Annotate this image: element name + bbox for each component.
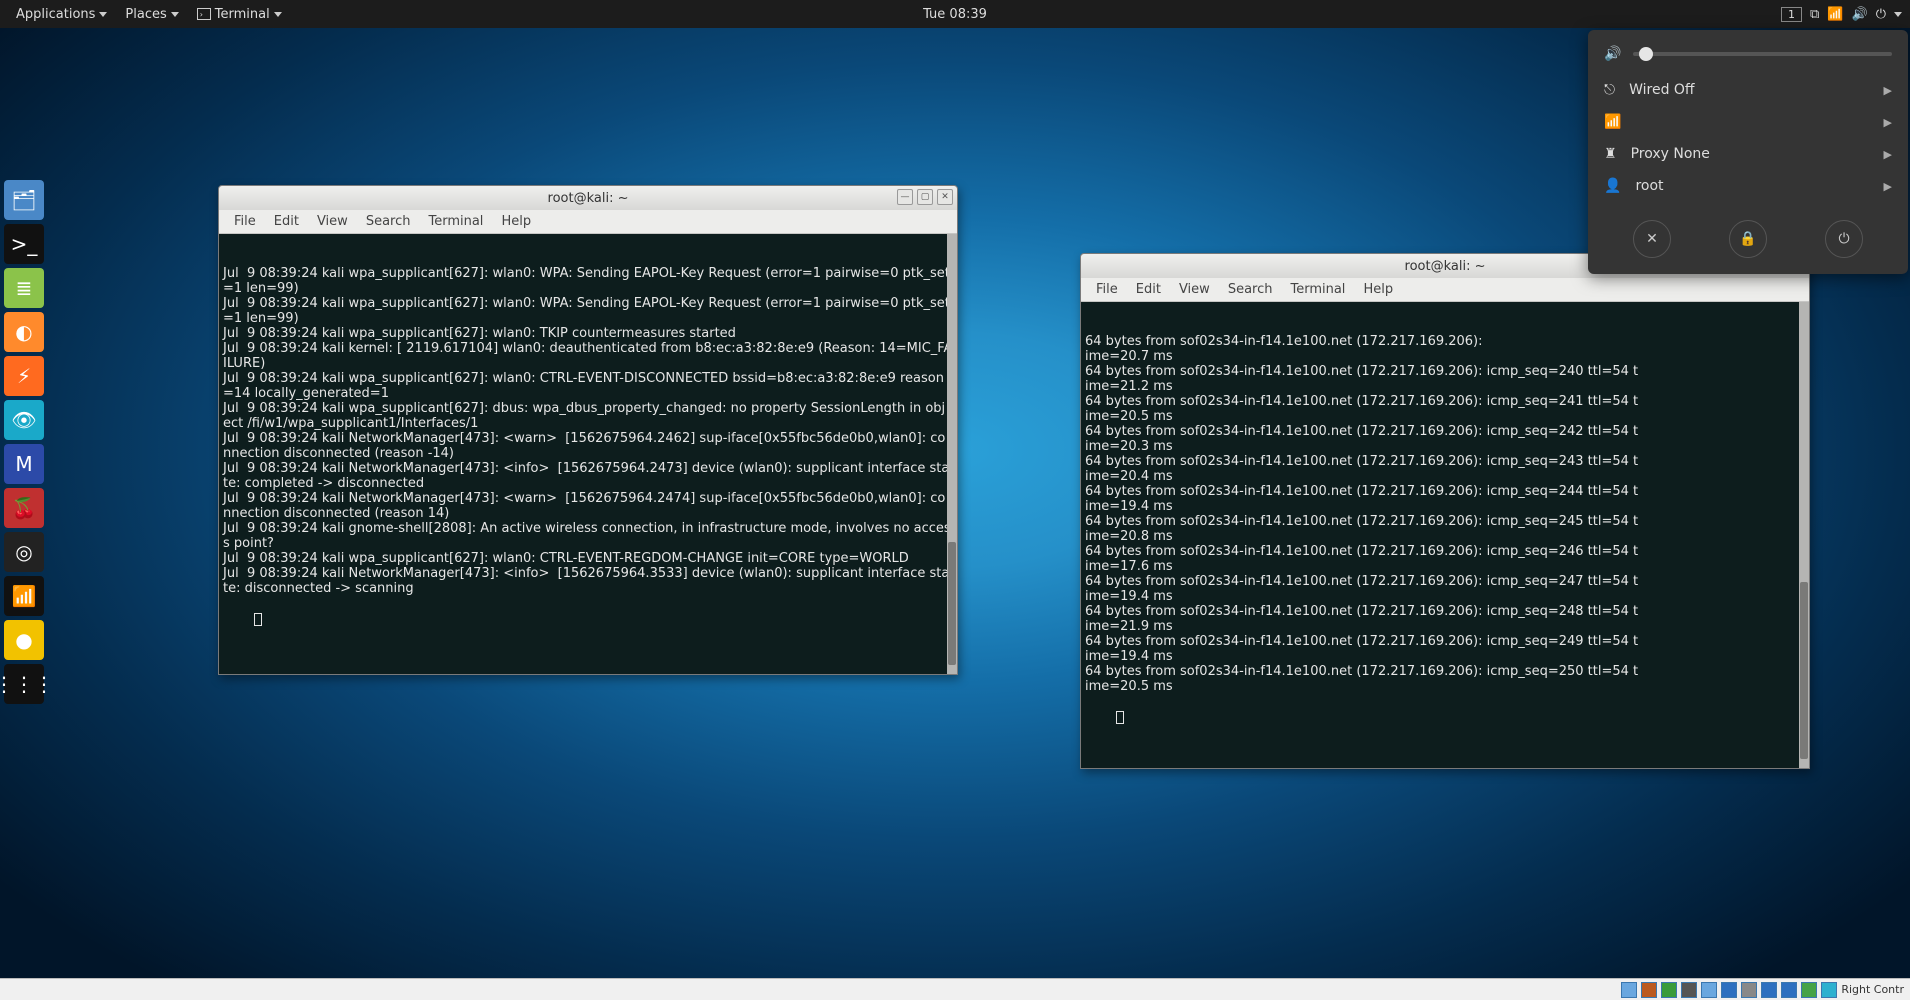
scrollbar-thumb[interactable]	[948, 542, 956, 665]
chevron-down-icon	[274, 12, 282, 17]
chevron-down-icon	[171, 12, 179, 17]
chevron-right-icon: ▶	[1884, 148, 1892, 161]
terminal-cursor	[1116, 711, 1124, 724]
metasploit-icon[interactable]: M	[4, 444, 44, 484]
dock: 🗂>_≣◐⚡👁M🍒◎📶●⋮⋮⋮	[4, 180, 52, 704]
user-icon: 👤	[1604, 178, 1621, 194]
chevron-right-icon: ▶	[1884, 116, 1892, 129]
lock-button[interactable]: 🔒	[1729, 220, 1767, 258]
wired-row[interactable]: ⎋ Wired Off ▶	[1588, 74, 1908, 106]
wifi-row[interactable]: 📶▶	[1588, 106, 1908, 138]
tray-icon[interactable]	[1661, 982, 1677, 998]
settings-icon: ✕	[1646, 231, 1658, 247]
volume-icon[interactable]: 🔊	[1852, 7, 1868, 22]
text-editor-icon[interactable]: ≣	[4, 268, 44, 308]
menu-view[interactable]: View	[308, 211, 357, 232]
chevron-right-icon: ▶	[1884, 180, 1892, 193]
places-menu[interactable]: Places	[117, 3, 186, 26]
clock[interactable]: Tue 08:39	[923, 7, 987, 22]
tray-icon[interactable]	[1741, 982, 1757, 998]
apps-grid-icon[interactable]: ⋮⋮⋮	[4, 664, 44, 704]
files-icon[interactable]: 🗂	[4, 180, 44, 220]
focused-app-label: Terminal	[215, 7, 270, 22]
terminal-small-icon: ›	[197, 8, 211, 20]
applications-label: Applications	[16, 7, 95, 22]
menu-help[interactable]: Help	[1354, 279, 1402, 300]
maximize-button[interactable]: ▢	[917, 189, 933, 205]
scrollbar[interactable]	[1799, 302, 1809, 768]
menu-edit[interactable]: Edit	[265, 211, 308, 232]
menu-file[interactable]: File	[1087, 279, 1127, 300]
window-titlebar[interactable]: root@kali: ~ — ▢ ✕	[219, 186, 957, 210]
tray-icon[interactable]	[1621, 982, 1637, 998]
input-indicator[interactable]: Right Contr	[1841, 983, 1904, 996]
menu-search[interactable]: Search	[1219, 279, 1282, 300]
slider-knob[interactable]	[1639, 47, 1653, 61]
power-icon[interactable]: ⏻	[1876, 7, 1886, 22]
window-title: root@kali: ~	[1405, 259, 1486, 274]
cherry-icon[interactable]: 🍒	[4, 488, 44, 528]
proxy-label: Proxy None	[1631, 146, 1870, 162]
window-title: root@kali: ~	[548, 191, 629, 206]
terminal-cursor	[254, 613, 262, 626]
wired-label: Wired Off	[1629, 82, 1869, 98]
menu-edit[interactable]: Edit	[1127, 279, 1170, 300]
terminal-menubar: File Edit View Search Terminal Help	[1081, 278, 1809, 302]
scrollbar-thumb[interactable]	[1800, 582, 1808, 759]
tray-icon[interactable]	[1701, 982, 1717, 998]
wifi-icon[interactable]: 📶	[1827, 7, 1843, 22]
chevron-down-icon[interactable]	[1894, 12, 1902, 17]
terminal-icon[interactable]: >_	[4, 224, 44, 264]
burp-icon[interactable]: ⚡	[4, 356, 44, 396]
ethernet-icon: ⎋	[1604, 82, 1615, 98]
chevron-down-icon	[99, 12, 107, 17]
tray-icon[interactable]	[1801, 982, 1817, 998]
menu-view[interactable]: View	[1170, 279, 1219, 300]
menu-search[interactable]: Search	[357, 211, 420, 232]
power-button[interactable]: ⏻	[1825, 220, 1863, 258]
wifi-tool-icon[interactable]: 📶	[4, 576, 44, 616]
minimize-button[interactable]: —	[897, 189, 913, 205]
terminal-window-right[interactable]: root@kali: ~ — ▢ ✕ File Edit View Search…	[1080, 253, 1810, 769]
menu-file[interactable]: File	[225, 211, 265, 232]
terminal-output[interactable]: Jul 9 08:39:24 kali wpa_supplicant[627]:…	[219, 234, 957, 674]
close-button[interactable]: ✕	[937, 189, 953, 205]
menu-terminal[interactable]: Terminal	[1281, 279, 1354, 300]
places-label: Places	[125, 7, 166, 22]
obs-icon[interactable]: ◎	[4, 532, 44, 572]
terminal-window-left[interactable]: root@kali: ~ — ▢ ✕ File Edit View Search…	[218, 185, 958, 675]
firefox-icon[interactable]: ◐	[4, 312, 44, 352]
chevron-right-icon: ▶	[1884, 84, 1892, 97]
tray-icon[interactable]	[1721, 982, 1737, 998]
host-taskbar: Right Contr	[0, 978, 1910, 1000]
applications-menu[interactable]: Applications	[8, 3, 115, 26]
video-icon[interactable]: ⧉	[1810, 7, 1819, 22]
scrollbar[interactable]	[947, 234, 957, 674]
menu-terminal[interactable]: Terminal	[419, 211, 492, 232]
user-row[interactable]: 👤 root ▶	[1588, 170, 1908, 202]
power-icon: ⏻	[1838, 231, 1849, 247]
terminal-menubar: File Edit View Search Terminal Help	[219, 210, 957, 234]
settings-button[interactable]: ✕	[1633, 220, 1671, 258]
proxy-row[interactable]: ♜ Proxy None ▶	[1588, 138, 1908, 170]
recon-icon[interactable]: 👁	[4, 400, 44, 440]
wifi-icon: 📶	[1604, 114, 1621, 130]
volume-icon: 🔊	[1604, 46, 1621, 62]
lock-icon: 🔒	[1739, 231, 1756, 247]
focused-app-menu[interactable]: › Terminal	[189, 3, 290, 26]
proxy-icon: ♜	[1604, 146, 1617, 162]
tray-icon[interactable]	[1781, 982, 1797, 998]
tray-icon[interactable]	[1641, 982, 1657, 998]
volume-slider[interactable]	[1633, 52, 1892, 56]
yellow-tool-icon[interactable]: ●	[4, 620, 44, 660]
menu-help[interactable]: Help	[492, 211, 540, 232]
tray-icon[interactable]	[1681, 982, 1697, 998]
tray-icon[interactable]	[1821, 982, 1837, 998]
terminal-output[interactable]: 64 bytes from sof02s34-in-f14.1e100.net …	[1081, 302, 1809, 768]
workspace-indicator[interactable]: 1	[1781, 7, 1802, 22]
tray-icon[interactable]	[1761, 982, 1777, 998]
top-panel: Applications Places › Terminal Tue 08:39…	[0, 0, 1910, 28]
user-label: root	[1635, 178, 1869, 194]
system-menu: 🔊 ⎋Wired Off▶ 📶▶ ♜Proxy None▶ 👤root▶ ✕ 🔒…	[1588, 30, 1908, 274]
